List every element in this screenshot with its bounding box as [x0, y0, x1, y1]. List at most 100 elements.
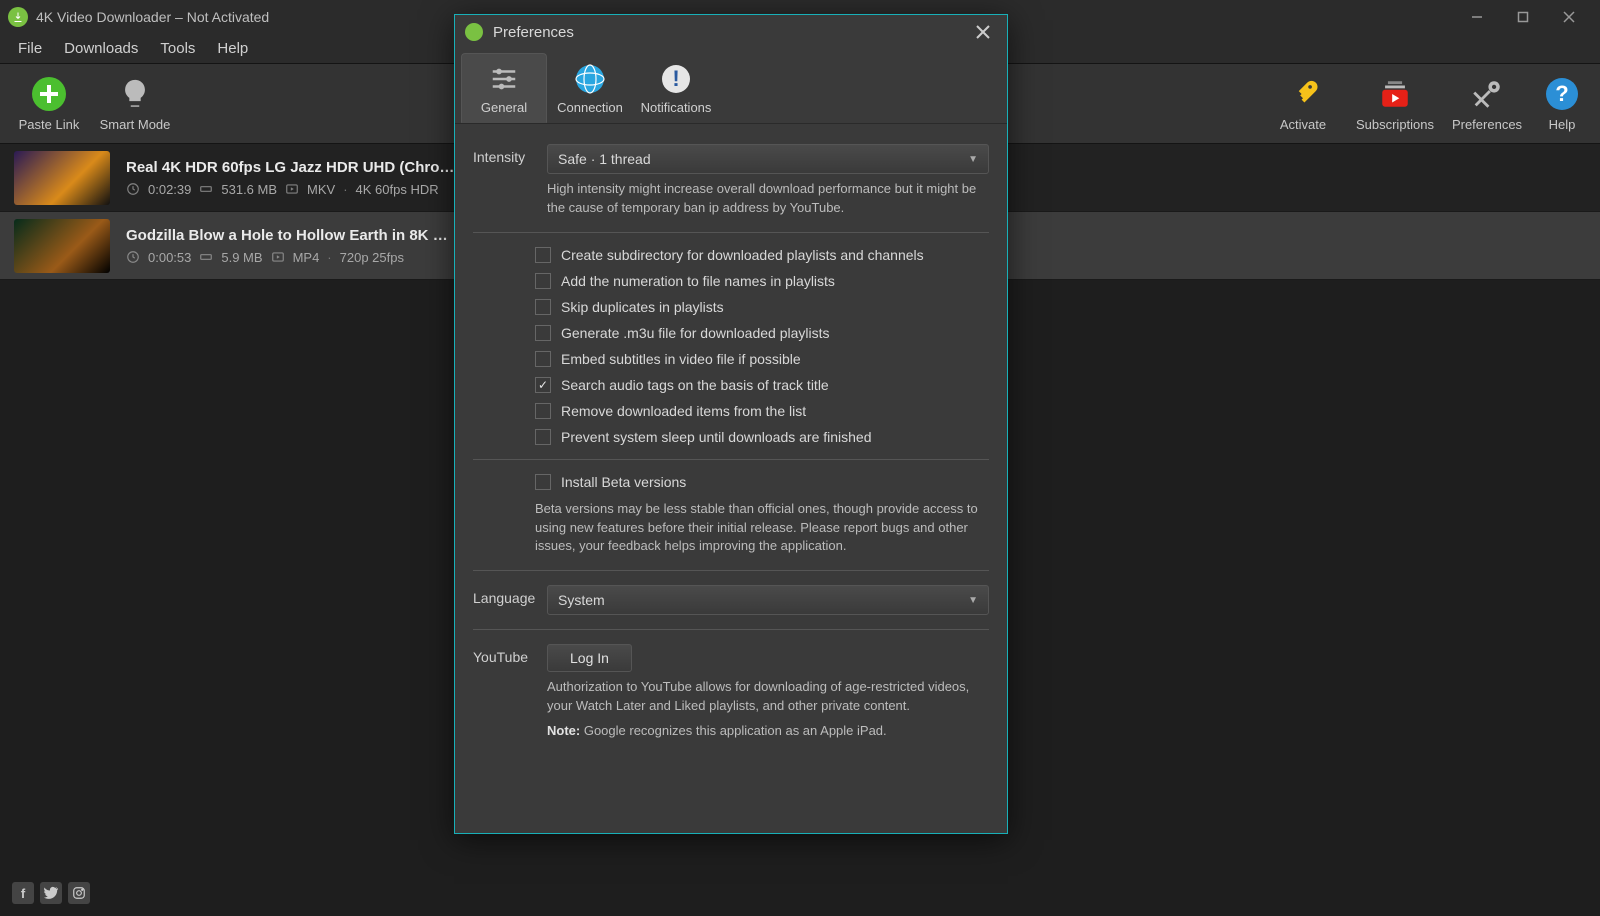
item-duration: 0:00:53	[148, 250, 191, 265]
paste-link-button[interactable]: Paste Link	[6, 64, 92, 144]
thumbnail	[14, 151, 110, 205]
checkbox-label: Create subdirectory for downloaded playl…	[561, 247, 924, 263]
alert-icon: !	[659, 62, 693, 96]
intensity-value: Safe · 1 thread	[558, 151, 651, 167]
play-icon	[285, 182, 299, 196]
sliders-icon	[487, 62, 521, 96]
checkbox-remove[interactable]: Remove downloaded items from the list	[535, 403, 989, 419]
globe-icon	[573, 62, 607, 96]
chevron-down-icon: ▼	[968, 595, 978, 606]
checkbox-box	[535, 325, 551, 341]
plus-icon	[30, 75, 68, 113]
checkbox-box	[535, 299, 551, 315]
item-format: MKV	[307, 182, 335, 197]
youtube-login-label: Log In	[570, 650, 609, 666]
storage-icon	[199, 182, 213, 196]
play-icon	[271, 250, 285, 264]
divider	[473, 459, 989, 460]
checkbox-label: Embed subtitles in video file if possibl…	[561, 351, 801, 367]
tab-general-label: General	[481, 100, 527, 115]
intensity-select[interactable]: Safe · 1 thread ▼	[547, 144, 989, 174]
checkbox-tags[interactable]: ✓ Search audio tags on the basis of track…	[535, 377, 989, 393]
divider	[473, 629, 989, 630]
key-icon	[1284, 75, 1322, 113]
preferences-button[interactable]: Preferences	[1444, 64, 1530, 144]
language-select[interactable]: System ▼	[547, 585, 989, 615]
item-title: Real 4K HDR 60fps LG Jazz HDR UHD (Chrom…	[126, 159, 456, 176]
checkbox-label: Search audio tags on the basis of track …	[561, 377, 829, 393]
tools-icon	[1468, 75, 1506, 113]
tab-general[interactable]: General	[461, 53, 547, 123]
language-label: Language	[473, 585, 535, 606]
thumbnail	[14, 219, 110, 273]
checkbox-label: Install Beta versions	[561, 474, 686, 490]
bulb-icon	[116, 75, 154, 113]
tab-connection[interactable]: Connection	[547, 53, 633, 123]
tab-connection-label: Connection	[557, 100, 623, 115]
youtube-label: YouTube	[473, 644, 535, 665]
youtube-note: Note: Google recognizes this application…	[547, 722, 989, 741]
window-title: 4K Video Downloader – Not Activated	[36, 9, 269, 25]
tab-notifications[interactable]: ! Notifications	[633, 53, 719, 123]
checkbox-beta[interactable]: Install Beta versions	[535, 474, 989, 490]
youtube-hint: Authorization to YouTube allows for down…	[547, 678, 989, 716]
twitter-icon[interactable]	[40, 882, 62, 904]
subscriptions-label: Subscriptions	[1356, 117, 1434, 132]
divider	[473, 570, 989, 571]
youtube-login-button[interactable]: Log In	[547, 644, 632, 672]
checkbox-m3u[interactable]: Generate .m3u file for downloaded playli…	[535, 325, 989, 341]
item-duration: 0:02:39	[148, 182, 191, 197]
maximize-button[interactable]	[1500, 0, 1546, 34]
preferences-dialog: Preferences General Connection ! Notific…	[454, 14, 1008, 834]
svg-text:!: !	[672, 66, 679, 91]
help-button[interactable]: ? Help	[1530, 64, 1594, 144]
checkbox-subdir[interactable]: Create subdirectory for downloaded playl…	[535, 247, 989, 263]
checkbox-box	[535, 351, 551, 367]
close-button[interactable]	[1546, 0, 1592, 34]
language-value: System	[558, 592, 605, 608]
checkbox-box	[535, 474, 551, 490]
item-quality: 4K 60fps HDR	[356, 182, 439, 197]
paste-link-label: Paste Link	[19, 117, 80, 132]
instagram-icon[interactable]	[68, 882, 90, 904]
dialog-title: Preferences	[493, 24, 574, 41]
svg-text:?: ?	[1555, 81, 1568, 106]
menu-tools[interactable]: Tools	[150, 36, 205, 61]
activate-button[interactable]: Activate	[1260, 64, 1346, 144]
chevron-down-icon: ▼	[968, 154, 978, 165]
checkbox-sleep[interactable]: Prevent system sleep until downloads are…	[535, 429, 989, 445]
smart-mode-label: Smart Mode	[100, 117, 171, 132]
checkbox-number[interactable]: Add the numeration to file names in play…	[535, 273, 989, 289]
storage-icon	[199, 250, 213, 264]
checkbox-box	[535, 273, 551, 289]
menu-help[interactable]: Help	[207, 36, 258, 61]
subscriptions-icon	[1376, 75, 1414, 113]
activate-label: Activate	[1280, 117, 1326, 132]
app-logo-icon	[465, 23, 483, 41]
checkbox-box	[535, 247, 551, 263]
facebook-icon[interactable]: f	[12, 882, 34, 904]
intensity-label: Intensity	[473, 144, 535, 165]
help-label: Help	[1549, 117, 1576, 132]
minimize-button[interactable]	[1454, 0, 1500, 34]
tab-notifications-label: Notifications	[641, 100, 712, 115]
checkbox-skipdup[interactable]: Skip duplicates in playlists	[535, 299, 989, 315]
app-logo-icon	[8, 7, 28, 27]
checkbox-label: Generate .m3u file for downloaded playli…	[561, 325, 829, 341]
divider	[473, 232, 989, 233]
dialog-close-button[interactable]	[969, 18, 997, 46]
menu-downloads[interactable]: Downloads	[54, 36, 148, 61]
intensity-hint: High intensity might increase overall do…	[547, 180, 989, 218]
preferences-label: Preferences	[1452, 117, 1522, 132]
checkbox-label: Add the numeration to file names in play…	[561, 273, 835, 289]
item-format: MP4	[293, 250, 320, 265]
checkbox-box: ✓	[535, 377, 551, 393]
item-quality: 720p 25fps	[340, 250, 404, 265]
checkbox-label: Remove downloaded items from the list	[561, 403, 806, 419]
checkbox-subs[interactable]: Embed subtitles in video file if possibl…	[535, 351, 989, 367]
dialog-titlebar: Preferences	[455, 15, 1007, 49]
subscriptions-button[interactable]: Subscriptions	[1346, 64, 1444, 144]
item-size: 5.9 MB	[221, 250, 262, 265]
smart-mode-button[interactable]: Smart Mode	[92, 64, 178, 144]
menu-file[interactable]: File	[8, 36, 52, 61]
